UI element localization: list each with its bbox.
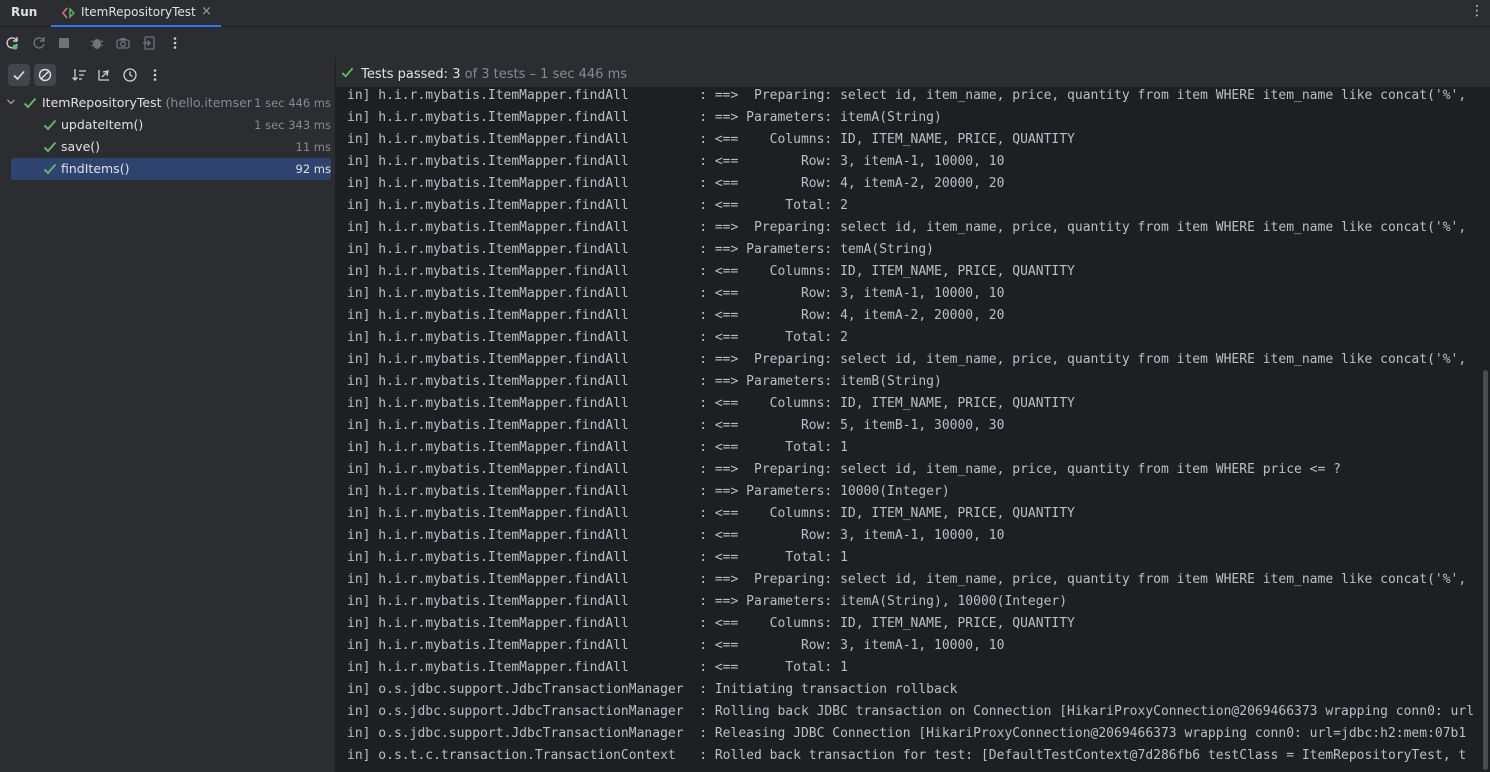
test-method-label: save(): [61, 139, 101, 154]
console-line: in] h.i.r.mybatis.ItemMapper.findAll : =…: [347, 462, 1341, 477]
console-line: in] h.i.r.mybatis.ItemMapper.findAll : =…: [347, 220, 1467, 235]
console-line: in] h.i.r.mybatis.ItemMapper.findAll : <…: [347, 264, 1075, 279]
more-options-icon[interactable]: ⋮: [1470, 3, 1484, 19]
console-line: in] o.s.jdbc.support.JdbcTransactionMana…: [347, 726, 1467, 741]
test-tree-toolbar: [0, 58, 336, 90]
passed-check-icon: [23, 97, 37, 109]
console-line: in] h.i.r.mybatis.ItemMapper.findAll : =…: [347, 484, 950, 499]
test-class-label: ItemRepositoryTest: [42, 95, 162, 110]
console-line: in] h.i.r.mybatis.ItemMapper.findAll : =…: [347, 88, 1467, 103]
console-line: in] h.i.r.mybatis.ItemMapper.findAll : <…: [347, 132, 1075, 147]
console-line: in] h.i.r.mybatis.ItemMapper.findAll : <…: [347, 440, 848, 455]
console-line: in] h.i.r.mybatis.ItemMapper.findAll : =…: [347, 110, 942, 125]
tree-row-item-repository-test[interactable]: ItemRepositoryTest (hello.itemser 1 sec …: [0, 92, 336, 114]
console-line: in] o.s.jdbc.support.JdbcTransactionMana…: [347, 704, 1475, 719]
more-icon[interactable]: [144, 64, 166, 86]
console-line: in] h.i.r.mybatis.ItemMapper.findAll : <…: [347, 308, 1005, 323]
console-line: in] o.s.jdbc.support.JdbcTransactionMana…: [347, 682, 958, 697]
console-line: in] h.i.r.mybatis.ItemMapper.findAll : <…: [347, 176, 1005, 191]
status-label: Tests passed:: [361, 67, 449, 82]
console-line: in] h.i.r.mybatis.ItemMapper.findAll : <…: [347, 198, 848, 213]
console-line: in] h.i.r.mybatis.ItemMapper.findAll : =…: [347, 374, 942, 389]
tree-row-update-item[interactable]: updateItem() 1 sec 343 ms: [0, 114, 336, 136]
console-line: in] h.i.r.mybatis.ItemMapper.findAll : <…: [347, 550, 848, 565]
screenshot-icon[interactable]: [112, 32, 134, 54]
history-icon[interactable]: [119, 64, 141, 86]
tool-window-header: Run ItemRepositoryTest × ⋮: [0, 0, 1490, 27]
console-line: in] h.i.r.mybatis.ItemMapper.findAll : =…: [347, 572, 1467, 587]
debug-icon[interactable]: [86, 32, 108, 54]
duration-label: 1 sec 343 ms: [254, 118, 331, 132]
console-line: in] h.i.r.mybatis.ItemMapper.findAll : =…: [347, 242, 934, 257]
console-lines: in] h.i.r.mybatis.ItemMapper.findAll : =…: [347, 88, 1474, 767]
test-tree-panel: ItemRepositoryTest (hello.itemser 1 sec …: [0, 58, 336, 772]
test-run-config-icon: [61, 7, 75, 19]
test-status: Tests passed: 3 of 3 tests – 1 sec 446 m…: [340, 65, 627, 82]
console-line: in] h.i.r.mybatis.ItemMapper.findAll : <…: [347, 506, 1075, 521]
tab-title: ItemRepositoryTest: [81, 5, 196, 19]
collapse-icon[interactable]: [93, 64, 115, 86]
rerun-failed-icon[interactable]: [28, 32, 50, 54]
run-tool-window-title[interactable]: Run: [11, 5, 37, 19]
show-passed-icon[interactable]: [8, 64, 30, 86]
selection-highlight: [11, 158, 331, 180]
tab-item-repository-test[interactable]: ItemRepositoryTest ×: [51, 0, 221, 27]
more-icon[interactable]: [164, 32, 186, 54]
vertical-scrollbar[interactable]: [1483, 370, 1488, 770]
console-line: in] h.i.r.mybatis.ItemMapper.findAll : <…: [347, 660, 848, 675]
console-line: in] o.s.t.c.transaction.TransactionConte…: [347, 748, 1467, 763]
passed-check-icon: [43, 141, 57, 153]
stop-icon[interactable]: [53, 32, 75, 54]
console-line: in] h.i.r.mybatis.ItemMapper.findAll : =…: [347, 594, 1068, 609]
status-count: 3: [452, 67, 461, 82]
console-line: in] h.i.r.mybatis.ItemMapper.findAll : <…: [347, 396, 1075, 411]
close-icon[interactable]: ×: [201, 4, 212, 19]
duration-label: 11 ms: [295, 140, 331, 154]
run-toolbar: [0, 28, 1490, 58]
duration-label: 92 ms: [295, 162, 331, 176]
sort-icon[interactable]: [68, 64, 90, 86]
console-line: in] h.i.r.mybatis.ItemMapper.findAll : <…: [347, 330, 848, 345]
test-class-name: ItemRepositoryTest (hello.itemser: [42, 95, 256, 113]
test-method-label: updateItem(): [61, 117, 144, 132]
chevron-down-icon[interactable]: [6, 97, 16, 107]
exit-icon[interactable]: [139, 32, 161, 54]
console-line: in] h.i.r.mybatis.ItemMapper.findAll : <…: [347, 528, 1005, 543]
rerun-icon[interactable]: [1, 32, 23, 54]
console-output[interactable]: in] h.i.r.mybatis.ItemMapper.findAll : =…: [336, 88, 1490, 772]
console-line: in] h.i.r.mybatis.ItemMapper.findAll : <…: [347, 418, 1005, 433]
console-line: in] h.i.r.mybatis.ItemMapper.findAll : <…: [347, 286, 1005, 301]
console-line: in] h.i.r.mybatis.ItemMapper.findAll : =…: [347, 352, 1467, 367]
passed-check-icon: [341, 67, 354, 78]
package-label: (hello.itemser: [165, 95, 252, 110]
show-ignored-icon[interactable]: [34, 64, 56, 86]
tree-row-save[interactable]: save() 11 ms: [0, 136, 336, 158]
console-line: in] h.i.r.mybatis.ItemMapper.findAll : <…: [347, 638, 1005, 653]
tree-row-find-items[interactable]: findItems() 92 ms: [0, 158, 336, 180]
duration-label: 1 sec 446 ms: [254, 96, 331, 110]
status-summary: of 3 tests – 1 sec 446 ms: [464, 67, 628, 82]
test-method-label: findItems(): [61, 161, 130, 176]
passed-check-icon: [43, 163, 57, 175]
console-line: in] h.i.r.mybatis.ItemMapper.findAll : <…: [347, 616, 1075, 631]
console-line: in] h.i.r.mybatis.ItemMapper.findAll : <…: [347, 154, 1005, 169]
passed-check-icon: [43, 119, 57, 131]
test-status-bar: Tests passed: 3 of 3 tests – 1 sec 446 m…: [336, 58, 1490, 88]
active-tab-indicator: [51, 25, 221, 27]
